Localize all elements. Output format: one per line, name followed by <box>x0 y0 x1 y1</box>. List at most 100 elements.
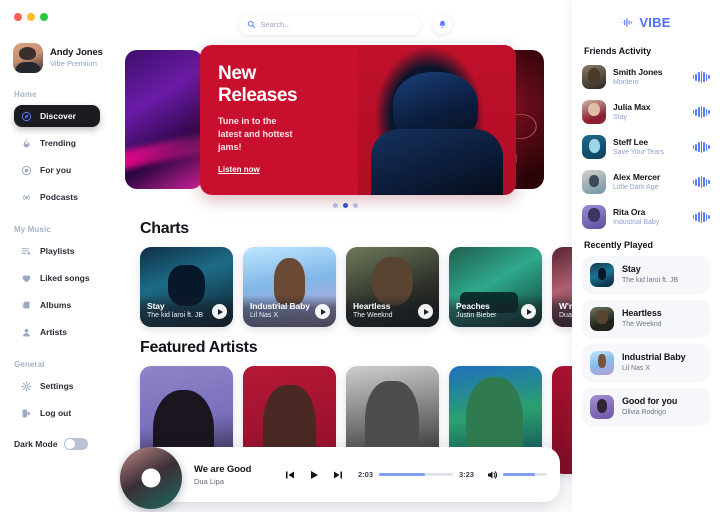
play-button[interactable] <box>315 304 330 319</box>
hero-carousel: New Releases Tune in to the latest and h… <box>118 45 572 195</box>
friend-name: Alex Mercer <box>613 171 661 182</box>
gear-icon <box>20 380 32 392</box>
notification-button[interactable] <box>432 15 452 34</box>
friends-activity-list: Smith Jones Montero Julia Max Stay Steff Lee… <box>582 62 710 232</box>
sidebar-item-discover[interactable]: Discover <box>14 105 100 127</box>
chart-card[interactable]: W're GDua Lipa <box>552 247 572 327</box>
play-button[interactable] <box>418 304 433 319</box>
volume-group <box>486 469 548 481</box>
recently-played-item[interactable]: Good for you Olivia Rodrigo <box>582 388 710 426</box>
avatar <box>13 43 43 73</box>
listen-now-link[interactable]: Listen now <box>218 165 260 174</box>
chart-card[interactable]: Peaches Justin Bieber <box>449 247 542 327</box>
sidebar-section-home: Home <box>14 90 37 99</box>
recently-played-item[interactable]: Industrial Baby Lil Nas X <box>582 344 710 382</box>
user-profile[interactable]: Andy Jones Vibe Premium <box>0 21 118 73</box>
recently-played-item[interactable]: Stay The kid laroi ft. JB <box>582 256 710 294</box>
now-playing-info: We are Good Dua Lipa <box>194 464 280 486</box>
sidebar-item-label: Artists <box>40 327 67 337</box>
chart-card-artist: The Weeknd <box>353 312 393 320</box>
sidebar-item-liked-songs[interactable]: Liked songs <box>14 267 100 289</box>
playlist-icon <box>20 245 32 257</box>
sidebar-item-log-out[interactable]: Log out <box>14 402 100 424</box>
waveform-icon <box>692 141 710 153</box>
bell-icon <box>439 20 445 28</box>
featured-section-title: Featured Artists <box>140 339 258 356</box>
close-window-button[interactable] <box>14 13 22 21</box>
charts-section-title: Charts <box>140 220 189 237</box>
skip-forward-icon[interactable] <box>332 469 344 481</box>
friend-activity-item[interactable]: Julia Max Stay <box>582 97 710 127</box>
hero-title-line2: Releases <box>218 84 298 106</box>
friends-activity-title: Friends Activity <box>584 46 652 56</box>
sidebar-item-settings[interactable]: Settings <box>14 375 100 397</box>
sidebar-item-playlists[interactable]: Playlists <box>14 240 100 262</box>
recently-played-list: Stay The kid laroi ft. JB Heartless The Wee… <box>582 256 710 426</box>
sidebar-item-label: Log out <box>40 408 72 418</box>
friend-meta: Julia Max Stay <box>613 102 686 123</box>
avatar <box>582 170 606 194</box>
friend-activity-item[interactable]: Rita Ora Industrial Baby <box>582 202 710 232</box>
friend-song: Save Your Tears <box>613 148 664 156</box>
sidebar-section-my-music: My Music <box>14 225 51 234</box>
waveform-icon <box>692 106 710 118</box>
play-icon[interactable] <box>308 469 320 481</box>
recent-title: Heartless <box>622 308 662 319</box>
sidebar-item-label: Trending <box>40 138 76 148</box>
heart-icon <box>20 272 32 284</box>
sidebar-item-trending[interactable]: Trending <box>14 132 100 154</box>
sidebar-item-label: Podcasts <box>40 192 78 202</box>
hero-artwork <box>358 45 516 195</box>
friend-activity-item[interactable]: Steff Lee Save Your Tears <box>582 132 710 162</box>
maximize-window-button[interactable] <box>40 13 48 21</box>
sidebar-item-for-you[interactable]: For you <box>14 159 100 181</box>
search-input[interactable]: Search... <box>238 14 421 35</box>
sidebar-item-podcasts[interactable]: Podcasts <box>14 186 100 208</box>
play-button[interactable] <box>521 304 536 319</box>
carousel-dot-1[interactable] <box>332 203 338 208</box>
chart-card-title: Stay <box>147 300 165 311</box>
progress-bar[interactable] <box>379 473 454 476</box>
friend-activity-item[interactable]: Smith Jones Montero <box>582 62 710 92</box>
friend-activity-item[interactable]: Alex Mercer Little Dark Age <box>582 167 710 197</box>
chart-card[interactable]: Stay The kid laroi ft. JB <box>140 247 233 327</box>
charts-row: Stay The kid laroi ft. JB Industrial Baby L… <box>118 247 572 327</box>
recent-meta: Stay The kid laroi ft. JB <box>622 264 678 285</box>
skip-back-icon[interactable] <box>284 469 296 481</box>
profile-plan: Vibe Premium <box>50 58 97 68</box>
dark-mode-toggle-group[interactable]: Dark Mode <box>14 438 89 450</box>
carousel-dot-2[interactable] <box>342 203 348 208</box>
carousel-dots <box>118 203 572 208</box>
hero-title-line1: New <box>218 63 256 84</box>
sidebar-item-albums[interactable]: Albums <box>14 294 100 316</box>
play-button[interactable] <box>212 304 227 319</box>
sidebar-nav: Home Discover Trending For you Podcasts My Mu… <box>0 90 118 424</box>
progress-fill <box>379 473 425 476</box>
volume-slider[interactable] <box>503 473 548 476</box>
search-icon <box>247 20 255 29</box>
chart-card[interactable]: Heartless The Weeknd <box>346 247 439 327</box>
chart-card-artist: The kid laroi ft. JB <box>147 312 204 320</box>
recent-artist: The kid laroi ft. JB <box>622 276 679 284</box>
chart-card[interactable]: Industrial Baby Lil Nas X <box>243 247 336 327</box>
carousel-slide-active[interactable]: New Releases Tune in to the latest and h… <box>200 45 516 195</box>
chart-card-artist: Justin Bieber <box>456 312 497 320</box>
dark-mode-toggle[interactable] <box>64 438 89 450</box>
profile-name: Andy Jones <box>50 46 103 58</box>
minimize-window-button[interactable] <box>27 13 35 21</box>
friend-meta: Steff Lee Save Your Tears <box>613 137 686 158</box>
friend-name: Smith Jones <box>613 66 663 77</box>
volume-icon[interactable] <box>486 469 498 481</box>
hero-text-block: New Releases Tune in to the latest and h… <box>200 45 358 195</box>
window-traffic-lights <box>0 0 118 21</box>
sidebar-item-artists[interactable]: Artists <box>14 321 100 343</box>
chart-card-artist: Lil Nas X <box>250 312 279 320</box>
now-playing-artist: Dua Lipa <box>194 476 225 486</box>
carousel-dot-3[interactable] <box>352 203 358 208</box>
friend-song: Little Dark Age <box>613 183 659 191</box>
waveform-icon <box>692 71 710 83</box>
chart-card-title: Heartless <box>353 300 391 311</box>
recently-played-item[interactable]: Heartless The Weeknd <box>582 300 710 338</box>
carousel-slide-previous[interactable] <box>125 50 203 189</box>
app-logo[interactable]: VIBE <box>582 0 710 44</box>
